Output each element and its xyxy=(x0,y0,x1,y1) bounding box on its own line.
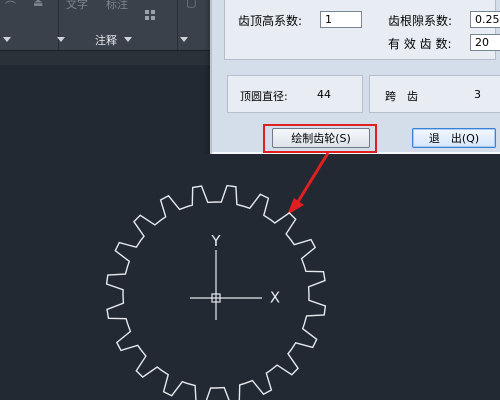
y-axis-label: Y xyxy=(210,232,221,250)
x-axis-label: X xyxy=(270,289,280,307)
annotation-arrow-line xyxy=(294,152,330,206)
drawing-canvas[interactable]: Y X xyxy=(0,0,500,400)
